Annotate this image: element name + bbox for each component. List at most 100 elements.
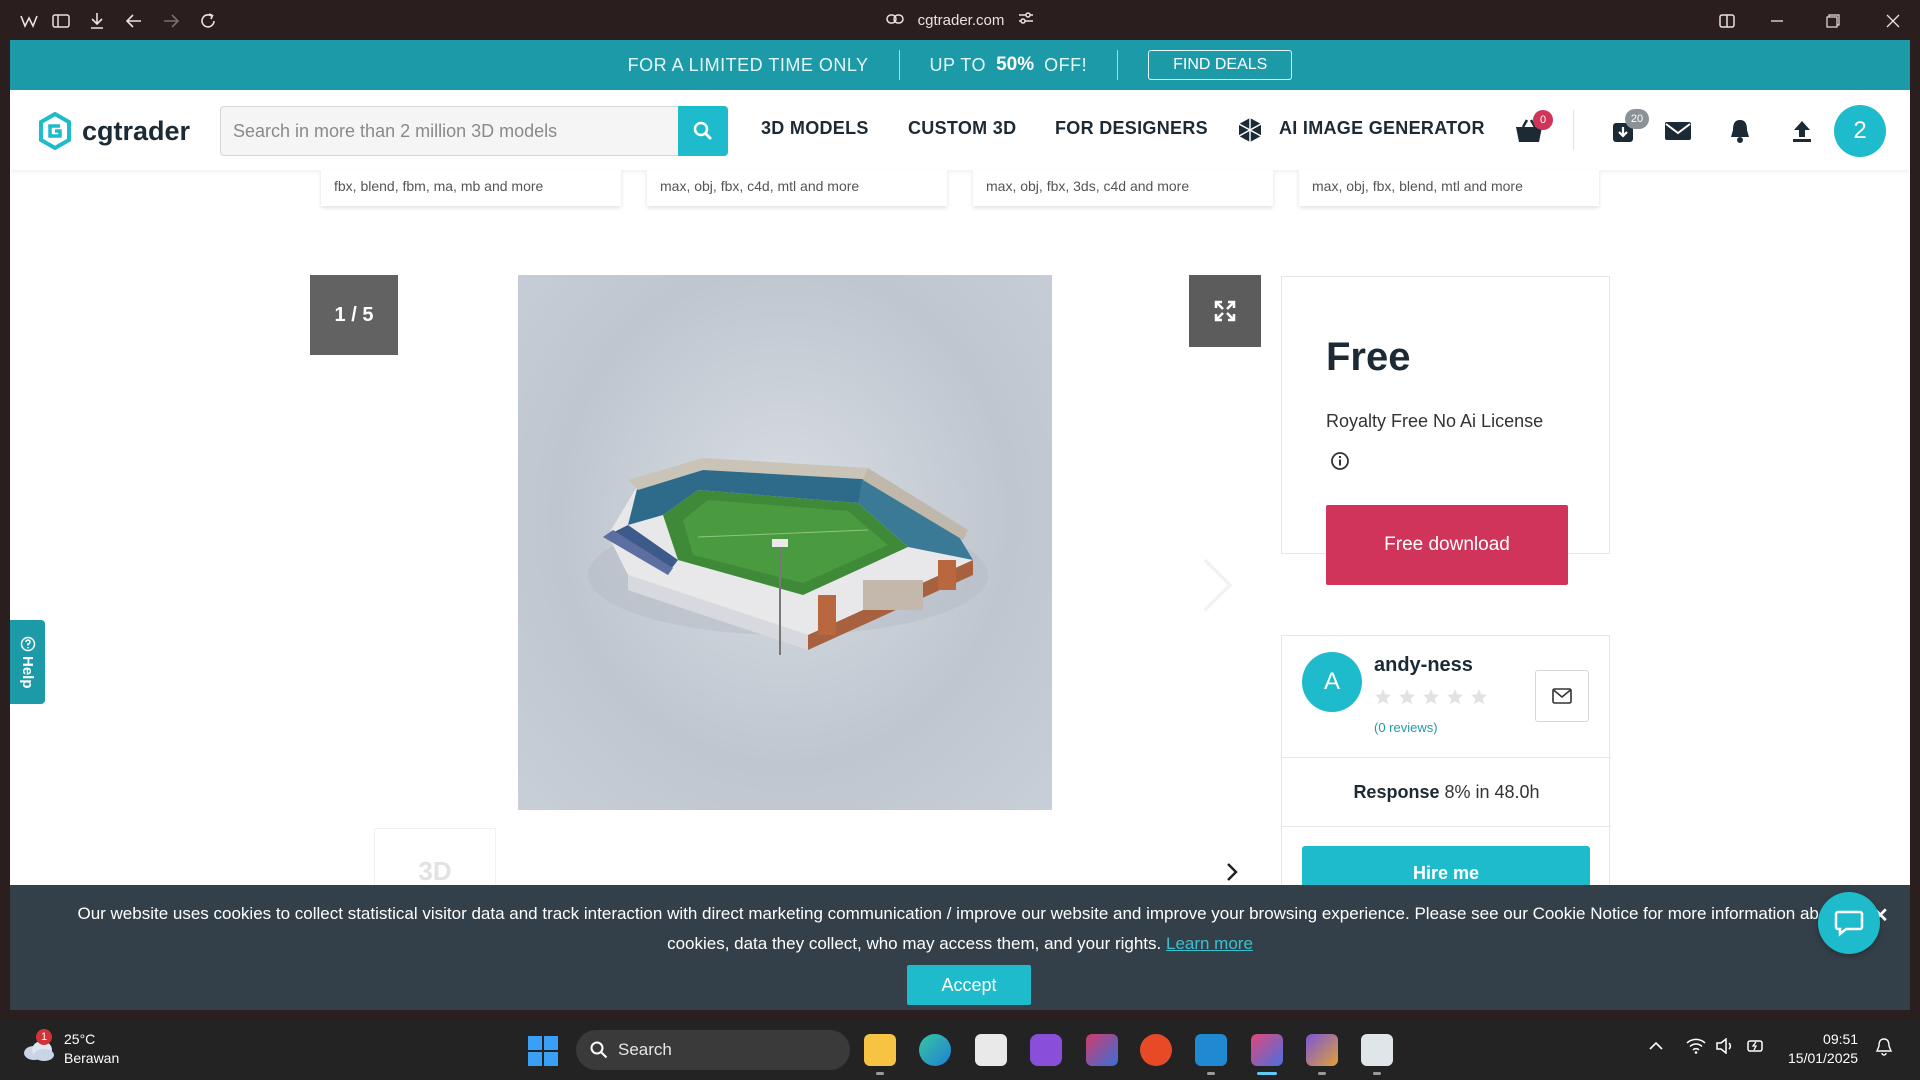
star-icon [1447,689,1463,705]
running-indicator [1207,1072,1215,1075]
downloads-icon[interactable]: 20 [1608,109,1649,146]
related-model-formats: max, obj, fbx, blend, mtl and more [1312,178,1523,194]
taskbar-search[interactable]: Search [576,1030,850,1070]
vscode-icon[interactable] [1195,1034,1227,1066]
promo-upto-text: UP TO [929,54,987,75]
link-icon [885,12,904,29]
promo-percent: 50% [996,54,1035,75]
related-model-card[interactable]: max, obj, fbx, blend, mtl and more [1299,170,1599,206]
nav-custom-3d[interactable]: CUSTOM 3D [908,118,1016,139]
find-deals-button[interactable]: FIND DEALS [1148,50,1293,80]
related-model-formats: max, obj, fbx, 3ds, c4d and more [986,178,1190,194]
file-explorer-icon[interactable] [864,1034,896,1066]
back-icon[interactable] [123,10,145,32]
split-view-icon[interactable] [1716,10,1738,32]
pricing-panel: Free Royalty Free No Ai License Free dow… [1281,276,1610,585]
weather-widget[interactable]: 1 25°C Berawan [20,1029,119,1068]
learn-more-link[interactable]: Learn more [1166,934,1253,953]
windows-taskbar: 1 25°C Berawan Search 09:51 15/01/2025 [0,1020,1920,1080]
browser-menu-icon[interactable] [18,10,40,32]
user-avatar[interactable]: 2 [1834,105,1886,157]
star-icon [1423,689,1439,705]
show-hidden-icons-chevron-icon[interactable] [1648,1038,1664,1059]
close-window-icon[interactable] [1882,10,1904,32]
system-clock[interactable]: 09:51 15/01/2025 [1788,1030,1858,1068]
promo-divider [898,50,900,80]
active-indicator [1257,1072,1277,1075]
weather-alert-badge: 1 [36,1029,52,1045]
free-download-button[interactable]: Free download [1326,505,1568,585]
app-launcher-icon[interactable] [1086,1034,1118,1066]
promo-divider [1117,50,1119,80]
notepad-app-icon[interactable] [1361,1034,1393,1066]
battery-charging-icon[interactable] [1745,1038,1765,1059]
upload-icon[interactable] [1786,116,1818,146]
related-model-card[interactable]: fbx, blend, fbm, ma, mb and more [321,170,621,206]
cart-icon[interactable]: 0 [1513,110,1553,146]
cgtrader-logo[interactable]: cgtrader [38,112,190,150]
reload-icon[interactable] [197,10,219,32]
web-page: FOR A LIMITED TIME ONLY UP TO 50% OFF! F… [10,40,1910,1010]
weather-temperature: 25°C [64,1031,96,1047]
address-bar[interactable]: cgtrader.com [860,9,1060,31]
author-reviews-link[interactable]: (0 reviews) [1374,720,1438,735]
forward-icon[interactable] [160,10,182,32]
mail-icon[interactable] [1662,116,1694,146]
browser-app-icon[interactable] [1251,1034,1283,1066]
notification-bell-icon[interactable] [1875,1038,1893,1061]
gallery-thumbnail-3d[interactable]: 3D [374,828,496,888]
cgtrader-logo-icon [39,112,71,150]
star-icon [1375,689,1391,705]
nav-3d-models[interactable]: 3D MODELS [761,118,869,139]
chat-bubble-icon [1834,910,1864,937]
running-indicator [1373,1072,1381,1075]
volume-icon[interactable] [1716,1037,1734,1059]
download-icon[interactable] [86,10,108,32]
cookie-notice-text: Our website uses cookies to collect stat… [77,904,1843,953]
microsoft-store-icon[interactable] [975,1034,1007,1066]
response-value: 8% in 48.0h [1444,782,1540,802]
cookie-banner: Our website uses cookies to collect stat… [10,885,1910,1010]
notifications-bell-icon[interactable] [1724,116,1756,146]
license-info-icon[interactable] [1330,451,1350,476]
site-header: cgtrader 3D MODELS CUSTOM 3D FOR DESIGNE… [10,90,1910,170]
messenger-app-icon[interactable] [1030,1034,1062,1066]
thumbnails-next-button[interactable] [1220,860,1244,884]
live-chat-button[interactable] [1818,892,1880,954]
related-model-formats: max, obj, fbx, c4d, mtl and more [660,178,860,194]
fullscreen-button[interactable] [1189,275,1261,347]
logo-text: cgtrader [82,115,191,146]
promo-limited-text: FOR A LIMITED TIME ONLY [627,54,869,75]
related-model-card[interactable]: max, obj, fbx, 3ds, c4d and more [973,170,1273,206]
model-preview-image[interactable] [518,275,1052,810]
envelope-icon [1552,688,1572,704]
wifi-icon[interactable] [1686,1038,1706,1059]
taskbar-search-label: Search [618,1040,672,1059]
help-tab[interactable]: Help [10,620,45,704]
search-input[interactable] [221,107,677,155]
accept-cookies-button[interactable]: Accept [907,965,1031,1005]
license-type[interactable]: Royalty Free No Ai License [1326,411,1543,432]
author-name[interactable]: andy-ness [1374,654,1473,677]
author-rating-stars [1374,688,1488,706]
nav-for-designers[interactable]: FOR DESIGNERS [1055,118,1208,139]
promo-banner: FOR A LIMITED TIME ONLY UP TO 50% OFF! F… [10,40,1910,90]
panel-divider [1282,757,1611,758]
search-button[interactable] [678,106,728,156]
running-indicator [876,1072,884,1075]
author-avatar[interactable]: A [1302,652,1362,712]
gallery-next-button[interactable] [1190,550,1240,620]
nav-ai-image-generator[interactable]: AI IMAGE GENERATOR [1279,118,1485,139]
response-rate: Response 8% in 48.0h [1282,782,1611,803]
photos-app-icon[interactable] [1306,1034,1338,1066]
edge-browser-icon[interactable] [919,1034,951,1066]
site-settings-icon[interactable] [1018,11,1034,29]
wps-office-icon[interactable] [1140,1034,1172,1066]
restore-icon[interactable] [1822,10,1844,32]
windows-start-icon[interactable] [528,1036,558,1071]
search-icon [590,1041,608,1059]
related-model-card[interactable]: max, obj, fbx, c4d, mtl and more [647,170,947,206]
minimize-icon[interactable] [1766,10,1788,32]
sidebar-toggle-icon[interactable] [50,10,72,32]
message-author-button[interactable] [1535,670,1589,722]
